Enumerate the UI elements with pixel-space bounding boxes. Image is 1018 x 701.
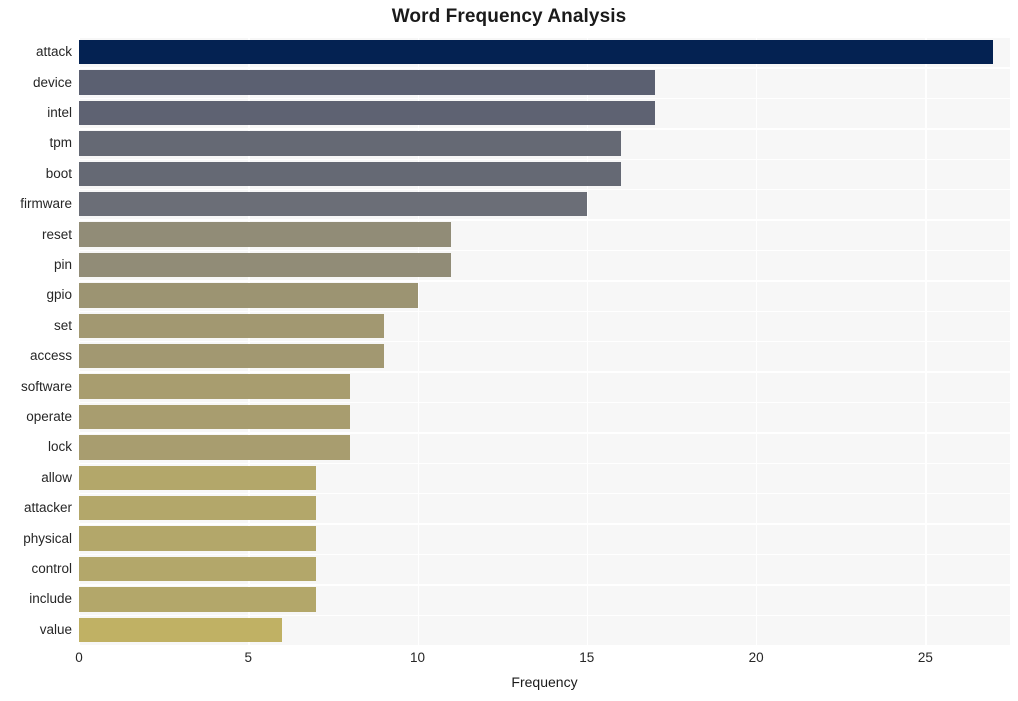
bar-attacker[interactable] <box>79 496 316 521</box>
y-tick-label-include: include <box>29 591 72 607</box>
bar-row <box>79 161 1010 186</box>
y-tick-label-attacker: attacker <box>23 500 72 516</box>
bar-intel[interactable] <box>79 100 655 126</box>
bar-row <box>79 556 1010 582</box>
y-tick-label-tpm: tpm <box>49 135 72 151</box>
bar-pin[interactable] <box>79 252 452 278</box>
bar-row <box>79 222 1010 247</box>
word-frequency-bar-chart: Word Frequency Analysis attack device inte… <box>0 0 1018 701</box>
bar-tpm[interactable] <box>79 131 621 156</box>
y-tick-label-reset: reset <box>41 226 72 242</box>
bar-lock[interactable] <box>79 435 350 460</box>
x-tick-label-0: 0 <box>75 650 83 665</box>
x-axis-tick-labels: 0 5 10 15 20 25 <box>0 650 1018 672</box>
bar-device[interactable] <box>79 70 655 95</box>
bar-physical[interactable] <box>79 526 316 551</box>
bar-row <box>79 283 1010 308</box>
bar-attack[interactable] <box>79 40 994 65</box>
chart-title: Word Frequency Analysis <box>391 6 627 27</box>
y-tick-label-gpio: gpio <box>46 287 72 303</box>
bar-boot[interactable] <box>79 161 621 186</box>
bar-row <box>79 131 1010 156</box>
bar-row <box>79 192 1010 217</box>
bar-allow[interactable] <box>79 465 316 490</box>
y-tick-label-operate: operate <box>26 409 72 424</box>
x-tick-label-25: 25 <box>917 650 933 665</box>
y-tick-label-pin: pin <box>53 257 72 272</box>
y-axis-tick-labels: attack device intel tpm boot firmware reset pin… <box>0 37 72 645</box>
y-tick-label-device: device <box>32 74 72 90</box>
bar-row <box>79 344 1010 369</box>
bar-row <box>79 252 1010 278</box>
bar-row <box>79 404 1010 430</box>
bar-access[interactable] <box>79 344 384 369</box>
bar-set[interactable] <box>79 313 384 338</box>
bar-row <box>79 617 1010 642</box>
bar-row <box>79 587 1010 612</box>
y-tick-label-intel: intel <box>47 105 72 120</box>
y-tick-label-control: control <box>31 561 72 576</box>
y-tick-label-access: access <box>29 348 72 364</box>
bar-row <box>79 70 1010 95</box>
x-axis-title: Frequency <box>511 674 578 690</box>
gridline-horizontal <box>79 645 1010 647</box>
y-tick-label-set: set <box>53 317 72 333</box>
bar-control[interactable] <box>79 556 316 582</box>
bar-value[interactable] <box>79 617 283 642</box>
y-tick-label-allow: allow <box>41 469 72 485</box>
bar-reset[interactable] <box>79 222 452 247</box>
bar-row <box>79 526 1010 551</box>
x-tick-label-5: 5 <box>244 650 253 665</box>
bar-row <box>79 435 1010 460</box>
x-tick-label-10: 10 <box>410 650 426 665</box>
bar-firmware[interactable] <box>79 192 587 217</box>
y-tick-label-attack: attack <box>35 44 72 60</box>
bar-row <box>79 313 1010 338</box>
y-tick-label-boot: boot <box>45 165 72 181</box>
y-tick-label-software: software <box>20 378 72 394</box>
x-tick-label-15: 15 <box>579 650 595 665</box>
bar-operate[interactable] <box>79 404 350 430</box>
bar-software[interactable] <box>79 374 350 399</box>
y-tick-label-physical: physical <box>23 530 72 546</box>
plot-area <box>79 37 1010 647</box>
x-tick-label-20: 20 <box>748 650 764 665</box>
bar-gpio[interactable] <box>79 283 418 308</box>
y-tick-label-lock: lock <box>47 439 72 455</box>
bar-row <box>79 496 1010 521</box>
y-tick-label-value: value <box>39 621 72 637</box>
bar-row <box>79 40 1010 65</box>
bar-row <box>79 100 1010 126</box>
bar-row <box>79 374 1010 399</box>
bar-include[interactable] <box>79 587 316 612</box>
y-tick-label-firmware: firmware <box>20 196 72 212</box>
bars-layer <box>79 37 1010 645</box>
bar-row <box>79 465 1010 490</box>
